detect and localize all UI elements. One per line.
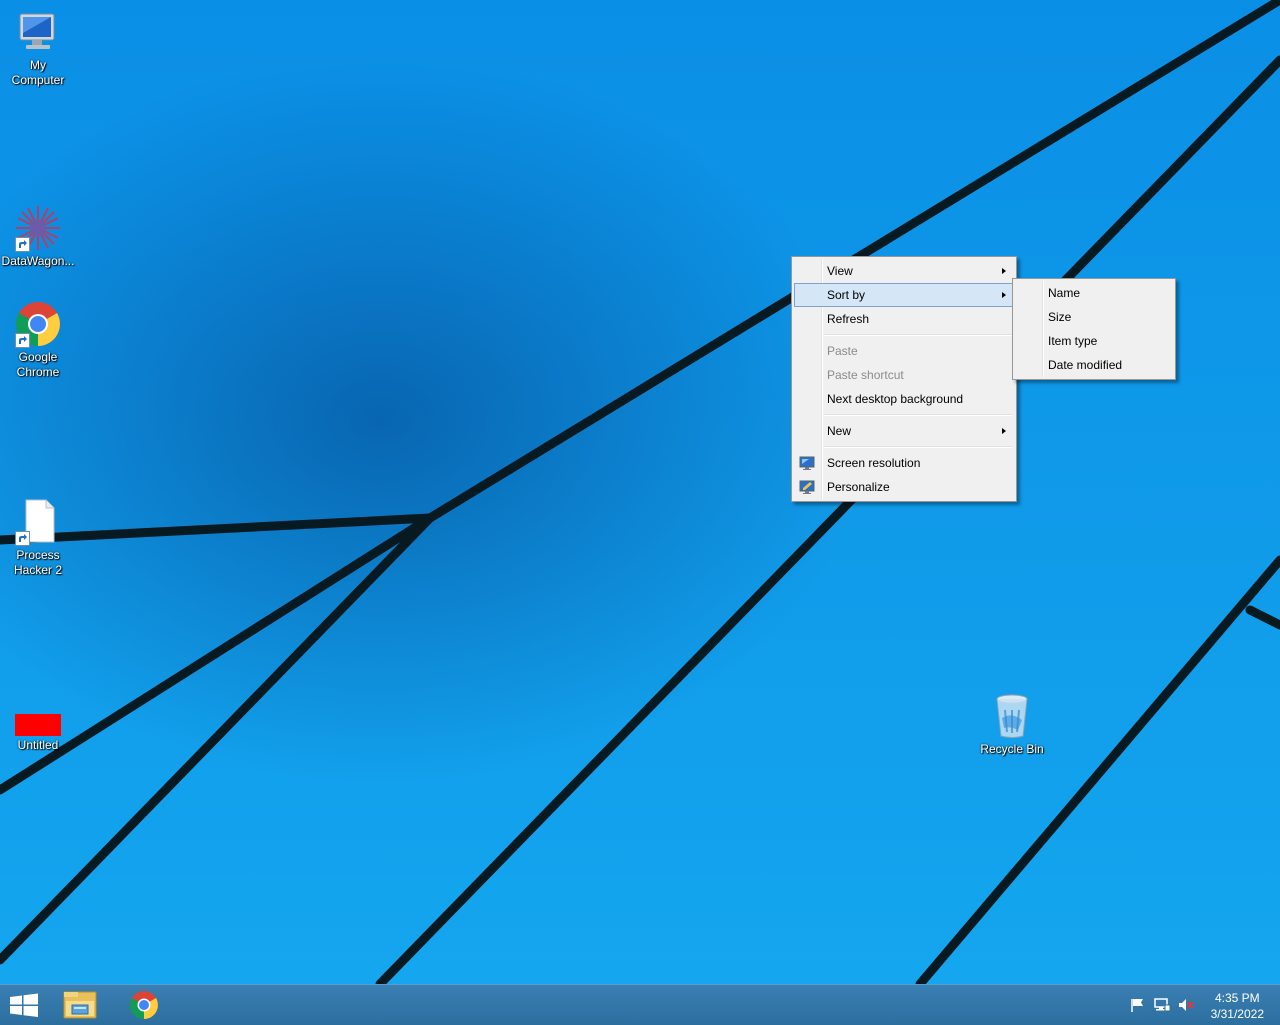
document-icon <box>14 498 62 546</box>
shortcut-arrow-icon <box>15 531 30 546</box>
datawagon-icon <box>14 204 62 252</box>
network-icon[interactable] <box>1153 997 1171 1013</box>
taskbar-file-explorer-button[interactable] <box>50 985 110 1025</box>
desktop-icon-label: Google Chrome <box>16 350 60 379</box>
shortcut-arrow-icon <box>15 237 30 252</box>
desktop-icon-google-chrome[interactable]: Google Chrome <box>0 300 76 380</box>
red-image-icon <box>14 700 62 736</box>
menu-item-label: New <box>827 424 852 438</box>
submenu-item-size[interactable]: Size <box>1015 305 1173 329</box>
desktop-icon-label: My Computer <box>11 58 65 87</box>
menu-separator <box>824 334 1012 336</box>
desktop-icon-label: Untitled <box>17 738 59 752</box>
menu-item-paste[interactable]: Paste <box>794 339 1014 363</box>
menu-item-label: Personalize <box>827 480 890 494</box>
desktop-icon-untitled[interactable]: Untitled <box>0 700 76 753</box>
chrome-icon <box>14 300 62 348</box>
menu-item-label: Sort by <box>827 288 866 302</box>
menu-item-label: Size <box>1048 310 1072 324</box>
submenu-arrow-icon <box>1002 292 1006 298</box>
chrome-icon <box>130 991 158 1019</box>
clock-date: 3/31/2022 <box>1210 1007 1264 1021</box>
taskbar-chrome-button[interactable] <box>114 985 174 1025</box>
menu-item-label: Paste <box>827 344 858 358</box>
menu-item-refresh[interactable]: Refresh <box>794 307 1014 331</box>
desktop-icon-label: Recycle Bin <box>980 742 1044 756</box>
menu-item-screen-resolution[interactable]: Screen resolution <box>794 451 1014 475</box>
volume-muted-icon[interactable] <box>1177 997 1195 1013</box>
action-center-flag-icon[interactable] <box>1129 997 1147 1013</box>
desktop-icon-datawagon[interactable]: DataWagon... <box>0 204 76 269</box>
wallpaper-lines <box>0 0 1280 984</box>
menu-item-label: Next desktop background <box>827 392 964 406</box>
personalize-icon <box>799 479 815 495</box>
desktop-context-menu: View Sort by Refresh Paste Paste shortcu… <box>791 256 1017 502</box>
desktop-icon-my-computer[interactable]: My Computer <box>0 8 76 88</box>
menu-separator <box>824 446 1012 448</box>
menu-separator <box>824 414 1012 416</box>
menu-item-label: Name <box>1048 286 1081 300</box>
menu-item-label: Paste shortcut <box>827 368 904 382</box>
file-explorer-icon <box>63 991 97 1019</box>
recycle-bin-icon <box>988 692 1036 740</box>
submenu-item-name[interactable]: Name <box>1015 281 1173 305</box>
menu-item-personalize[interactable]: Personalize <box>794 475 1014 499</box>
display-settings-icon <box>799 455 815 471</box>
menu-item-label: Date modified <box>1048 358 1123 372</box>
menu-item-new[interactable]: New <box>794 419 1014 443</box>
submenu-item-item-type[interactable]: Item type <box>1015 329 1173 353</box>
menu-item-label: Screen resolution <box>827 456 921 470</box>
menu-item-view[interactable]: View <box>794 259 1014 283</box>
menu-item-label: Refresh <box>827 312 870 326</box>
shortcut-arrow-icon <box>15 333 30 348</box>
sort-by-submenu: Name Size Item type Date modified <box>1012 278 1176 380</box>
taskbar-clock[interactable]: 4:35 PM 3/31/2022 <box>1211 990 1264 1022</box>
computer-icon <box>14 8 62 56</box>
menu-item-label: Item type <box>1048 334 1098 348</box>
menu-item-sort-by[interactable]: Sort by <box>794 283 1014 307</box>
submenu-arrow-icon <box>1002 428 1006 434</box>
desktop[interactable]: My Computer DataWagon... Google Chrome P… <box>0 0 1280 984</box>
submenu-arrow-icon <box>1002 268 1006 274</box>
desktop-icon-label: Process Hacker 2 <box>13 548 63 577</box>
clock-time: 4:35 PM <box>1214 991 1260 1005</box>
menu-item-label: View <box>827 264 853 278</box>
menu-item-next-desktop-background[interactable]: Next desktop background <box>794 387 1014 411</box>
desktop-icon-label: DataWagon... <box>1 254 75 268</box>
desktop-icon-process-hacker[interactable]: Process Hacker 2 <box>0 498 76 578</box>
taskbar: 4:35 PM 3/31/2022 <box>0 984 1280 1025</box>
menu-item-paste-shortcut[interactable]: Paste shortcut <box>794 363 1014 387</box>
desktop-icon-recycle-bin[interactable]: Recycle Bin <box>974 692 1050 757</box>
submenu-item-date-modified[interactable]: Date modified <box>1015 353 1173 377</box>
